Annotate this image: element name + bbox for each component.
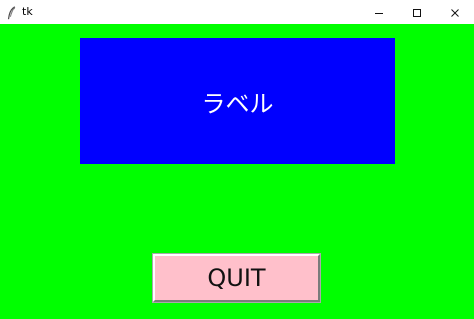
tk-window: tk ラベル QUIT	[0, 0, 474, 319]
maximize-icon	[412, 3, 422, 22]
quit-button[interactable]: QUIT	[152, 253, 321, 303]
blue-label: ラベル	[80, 38, 395, 164]
window-title: tk	[22, 5, 33, 18]
feather-icon	[7, 5, 17, 20]
minimize-icon	[374, 3, 384, 22]
title-bar[interactable]: tk	[0, 0, 474, 24]
minimize-button[interactable]	[360, 0, 398, 24]
maximize-button[interactable]	[398, 0, 436, 24]
close-icon	[450, 3, 460, 22]
window-controls	[360, 0, 474, 24]
window-content: ラベル QUIT	[0, 24, 474, 319]
close-button[interactable]	[436, 0, 474, 24]
